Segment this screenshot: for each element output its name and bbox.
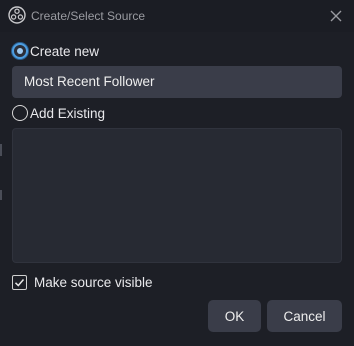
left-edge-marker — [0, 190, 2, 200]
create-new-radio[interactable] — [12, 43, 28, 59]
add-existing-label: Add Existing — [30, 105, 106, 121]
add-existing-option[interactable]: Add Existing — [12, 103, 105, 123]
left-edge-marker — [0, 144, 2, 156]
make-source-visible-option[interactable]: Make source visible — [12, 272, 153, 292]
source-name-input[interactable]: Most Recent Follower — [12, 66, 342, 98]
make-source-visible-label: Make source visible — [34, 274, 153, 290]
close-icon — [330, 10, 342, 22]
create-select-source-dialog: Create/Select Source Create new Most Rec… — [0, 0, 354, 346]
make-source-visible-checkbox[interactable] — [12, 274, 27, 290]
obs-logo-icon — [8, 6, 26, 24]
dialog-title: Create/Select Source — [31, 9, 146, 23]
add-existing-radio[interactable] — [12, 105, 28, 121]
title-bar: Create/Select Source — [0, 0, 354, 32]
create-new-label: Create new — [30, 43, 100, 59]
create-new-option[interactable]: Create new — [12, 41, 99, 61]
existing-sources-list[interactable] — [12, 128, 342, 263]
checkmark-icon — [14, 278, 25, 287]
close-button[interactable] — [324, 4, 348, 28]
ok-button[interactable]: OK — [208, 300, 261, 332]
cancel-button[interactable]: Cancel — [267, 300, 342, 332]
